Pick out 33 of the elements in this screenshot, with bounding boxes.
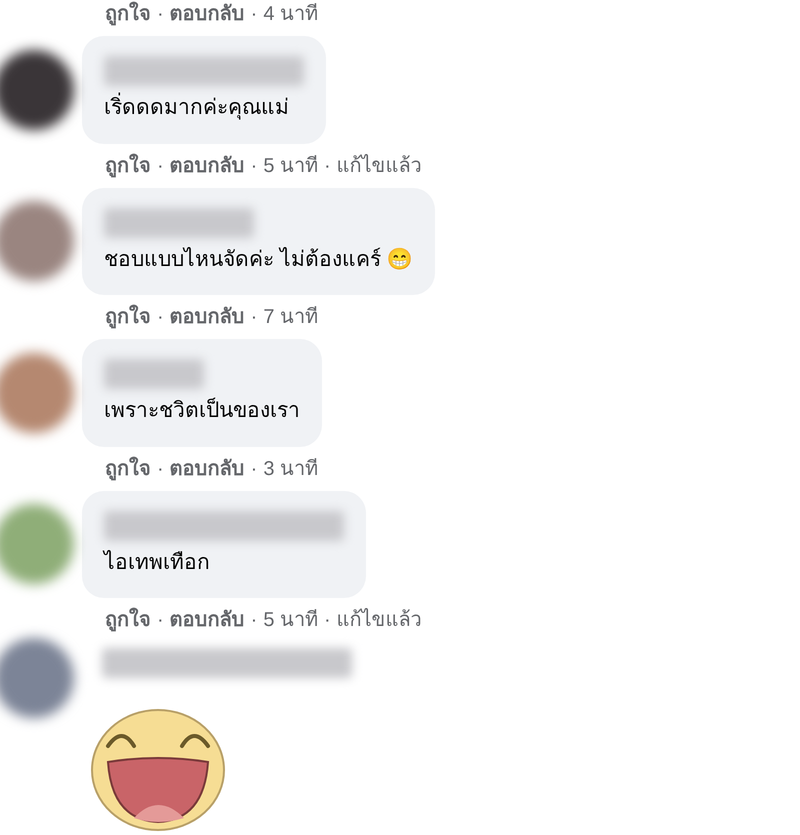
separator-dot: · [250, 456, 258, 482]
separator-dot: · [250, 305, 258, 330]
like-link[interactable]: ถูกใจ [105, 454, 151, 484]
timestamp[interactable]: 5 นาที [263, 605, 318, 635]
reply-link[interactable]: ตอบกลับ [170, 302, 245, 332]
edited-label[interactable]: แก้ไขแล้ว [336, 150, 422, 180]
separator-dot: · [157, 154, 164, 178]
comment-text: เพราะชวิตเป็นของเรา [104, 396, 300, 424]
separator-dot: · [250, 608, 258, 633]
reply-link[interactable]: ตอบกลับ [170, 454, 245, 484]
like-link[interactable]: ถูกใจ [105, 605, 151, 635]
comment-text: ไอเทพเทือก [104, 549, 211, 576]
like-link[interactable]: ถูกใจ [105, 0, 151, 29]
comment-text: ชอบแบบไหนจัดค่ะ ไม่ต้องแคร์ 😁 [104, 246, 413, 272]
edited-label[interactable]: แก้ไขแล้ว [336, 605, 422, 635]
separator-dot: · [157, 456, 164, 482]
comment-text: เริ่ดดดมากค่ะคุณแม่ [104, 92, 304, 124]
like-link[interactable]: ถูกใจ [105, 302, 151, 332]
reply-link[interactable]: ตอบกลับ [170, 605, 245, 635]
separator-dot: · [250, 2, 258, 27]
timestamp[interactable]: 7 นาที [263, 302, 318, 332]
separator-dot: · [157, 305, 164, 330]
timestamp[interactable]: 4 นาที [263, 0, 318, 29]
separator-dot: · [157, 608, 164, 633]
timestamp[interactable]: 3 นาที [263, 454, 318, 484]
reply-link[interactable]: ตอบกลับ [170, 0, 245, 29]
like-link[interactable]: ถูกใจ [105, 150, 151, 180]
separator-dot: · [157, 2, 164, 27]
separator-dot: · [324, 608, 331, 633]
separator-dot: · [324, 154, 331, 178]
separator-dot: · [250, 154, 258, 178]
reply-link[interactable]: ตอบกลับ [170, 150, 245, 180]
timestamp[interactable]: 5 นาที [263, 150, 318, 180]
